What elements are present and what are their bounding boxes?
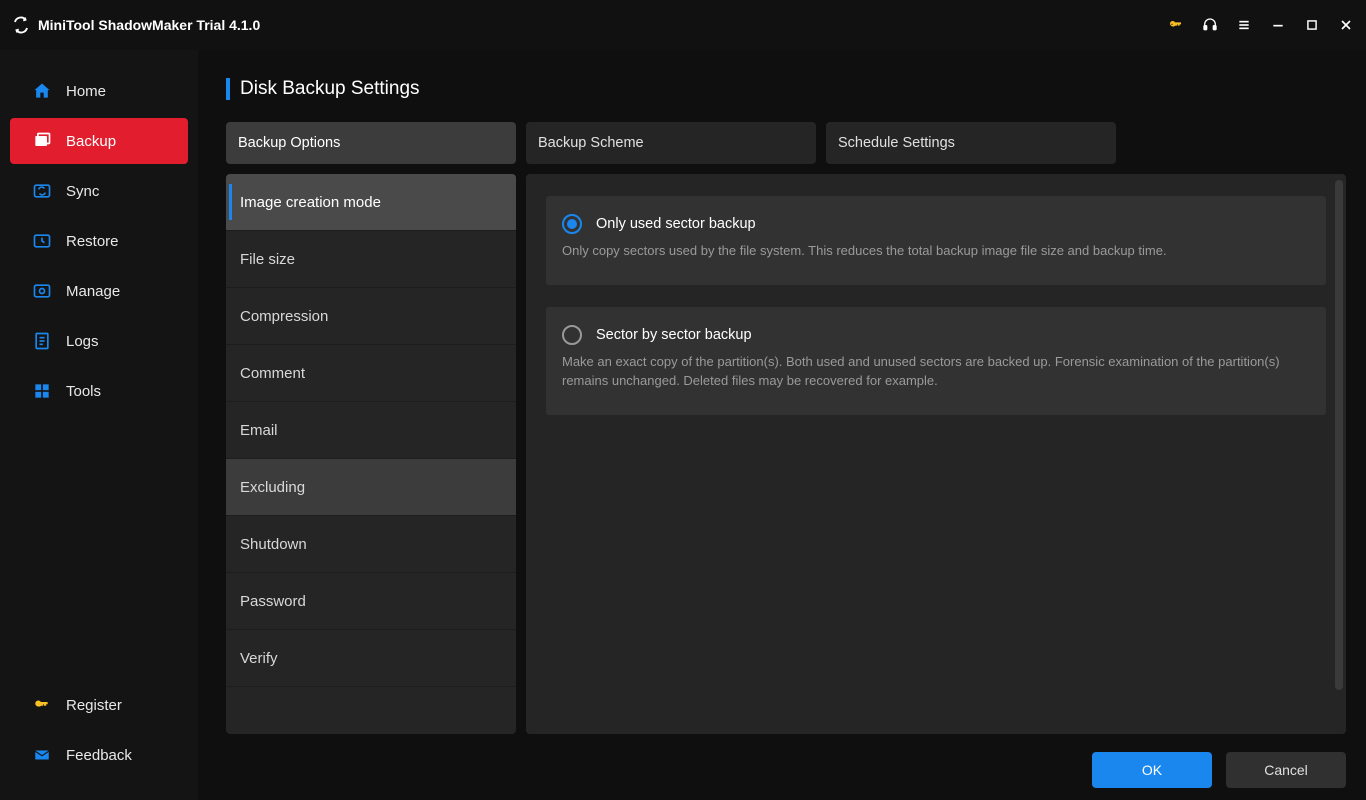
headset-icon[interactable]	[1202, 17, 1218, 33]
content-area: Disk Backup Settings Backup Options Back…	[198, 50, 1366, 800]
dialog-footer: OK Cancel	[226, 734, 1346, 788]
minimize-icon[interactable]	[1270, 17, 1286, 33]
sidebar-item-logs[interactable]: Logs	[10, 318, 188, 364]
radio-only-used-sector[interactable]: Only used sector backup Only copy sector…	[546, 196, 1326, 285]
radio-icon	[562, 325, 582, 345]
sidebar-item-home[interactable]: Home	[10, 68, 188, 114]
sidebar-item-backup[interactable]: Backup	[10, 118, 188, 164]
radio-header: Only used sector backup	[562, 214, 1310, 234]
radio-description: Only copy sectors used by the file syste…	[562, 242, 1310, 261]
sidebar-item-label: Restore	[66, 233, 119, 250]
titlebar: MiniTool ShadowMaker Trial 4.1.0	[0, 0, 1366, 50]
tab-label: Backup Options	[238, 135, 340, 151]
option-image-creation-mode[interactable]: Image creation mode	[226, 174, 516, 231]
logs-icon	[32, 331, 52, 351]
scrollbar[interactable]	[1335, 180, 1343, 690]
option-label: Compression	[240, 308, 328, 325]
sidebar-item-tools[interactable]: Tools	[10, 368, 188, 414]
restore-icon	[32, 231, 52, 251]
option-password[interactable]: Password	[226, 573, 516, 630]
tabs-row: Backup Options Backup Scheme Schedule Se…	[226, 122, 1346, 164]
option-file-size[interactable]: File size	[226, 231, 516, 288]
radio-description: Make an exact copy of the partition(s). …	[562, 353, 1310, 391]
sidebar-item-register[interactable]: Register	[10, 682, 188, 728]
sidebar-item-label: Backup	[66, 133, 116, 150]
option-label: Comment	[240, 365, 305, 382]
options-list: Image creation mode File size Compressio…	[226, 174, 516, 734]
main: Home Backup Sync Restore Manage Logs	[0, 50, 1366, 800]
header-accent-bar	[226, 78, 230, 100]
option-excluding[interactable]: Excluding	[226, 459, 516, 516]
close-icon[interactable]	[1338, 17, 1354, 33]
tab-backup-scheme[interactable]: Backup Scheme	[526, 122, 816, 164]
tab-backup-options[interactable]: Backup Options	[226, 122, 516, 164]
sync-icon	[32, 181, 52, 201]
ok-button[interactable]: OK	[1092, 752, 1212, 788]
backup-icon	[32, 131, 52, 151]
option-compression[interactable]: Compression	[226, 288, 516, 345]
tab-schedule-settings[interactable]: Schedule Settings	[826, 122, 1116, 164]
sidebar-item-label: Manage	[66, 283, 120, 300]
sidebar-item-label: Tools	[66, 383, 101, 400]
sidebar-footer: Register Feedback	[0, 682, 198, 800]
sidebar-item-manage[interactable]: Manage	[10, 268, 188, 314]
home-icon	[32, 81, 52, 101]
sidebar-item-label: Register	[66, 697, 122, 714]
radio-sector-by-sector[interactable]: Sector by sector backup Make an exact co…	[546, 307, 1326, 415]
app-title: MiniTool ShadowMaker Trial 4.1.0	[38, 17, 260, 33]
option-detail-panel: Only used sector backup Only copy sector…	[526, 174, 1346, 734]
radio-header: Sector by sector backup	[562, 325, 1310, 345]
menu-icon[interactable]	[1236, 17, 1252, 33]
radio-title: Only used sector backup	[596, 216, 756, 232]
register-key-icon	[32, 695, 52, 715]
tab-label: Schedule Settings	[838, 135, 955, 151]
tools-icon	[32, 381, 52, 401]
key-icon[interactable]	[1168, 17, 1184, 33]
sidebar-item-restore[interactable]: Restore	[10, 218, 188, 264]
sidebar-item-sync[interactable]: Sync	[10, 168, 188, 214]
option-label: Password	[240, 593, 306, 610]
tab-label: Backup Scheme	[538, 135, 644, 151]
manage-icon	[32, 281, 52, 301]
sidebar: Home Backup Sync Restore Manage Logs	[0, 50, 198, 800]
option-shutdown[interactable]: Shutdown	[226, 516, 516, 573]
sidebar-item-label: Feedback	[66, 747, 132, 764]
option-comment[interactable]: Comment	[226, 345, 516, 402]
maximize-icon[interactable]	[1304, 17, 1320, 33]
sidebar-item-label: Sync	[66, 183, 99, 200]
titlebar-left: MiniTool ShadowMaker Trial 4.1.0	[12, 16, 260, 34]
option-label: Image creation mode	[240, 194, 381, 211]
option-label: Excluding	[240, 479, 305, 496]
option-label: Verify	[240, 650, 278, 667]
feedback-mail-icon	[32, 745, 52, 765]
sidebar-item-label: Home	[66, 83, 106, 100]
radio-title: Sector by sector backup	[596, 327, 752, 343]
cancel-button[interactable]: Cancel	[1226, 752, 1346, 788]
radio-icon	[562, 214, 582, 234]
sidebar-item-feedback[interactable]: Feedback	[10, 732, 188, 778]
option-label: Email	[240, 422, 278, 439]
page-header: Disk Backup Settings	[226, 78, 1346, 100]
options-row: Image creation mode File size Compressio…	[226, 174, 1346, 734]
option-email[interactable]: Email	[226, 402, 516, 459]
option-label: File size	[240, 251, 295, 268]
sidebar-nav: Home Backup Sync Restore Manage Logs	[0, 68, 198, 682]
sidebar-item-label: Logs	[66, 333, 99, 350]
titlebar-controls	[1168, 17, 1354, 33]
option-verify[interactable]: Verify	[226, 630, 516, 687]
page-title: Disk Backup Settings	[240, 78, 420, 100]
app-logo-icon	[12, 16, 30, 34]
option-label: Shutdown	[240, 536, 307, 553]
